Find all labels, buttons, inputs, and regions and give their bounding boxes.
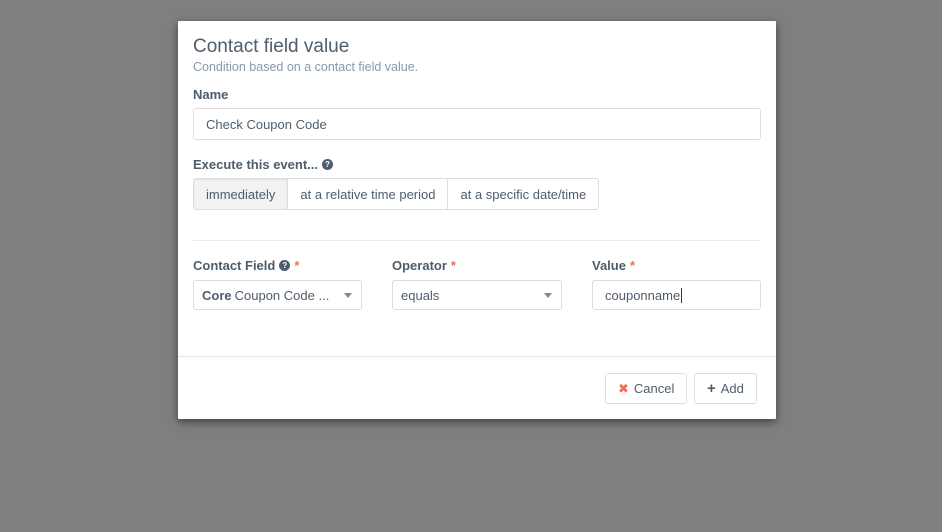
cancel-button[interactable]: ✖ Cancel [605, 373, 688, 404]
value-label-text: Value [592, 258, 626, 273]
name-input[interactable]: Check Coupon Code [193, 108, 761, 140]
contact-field-label: Contact Field ? * [193, 258, 299, 273]
modal-subtitle: Condition based on a contact field value… [193, 60, 419, 74]
contact-field-label-text: Contact Field [193, 258, 276, 273]
operator-value: equals [401, 287, 440, 303]
text-cursor [681, 287, 683, 303]
question-circle-icon[interactable]: ? [279, 260, 291, 271]
add-label: Add [720, 381, 744, 396]
name-label: Name [193, 87, 228, 102]
operator-label-text: Operator [392, 258, 447, 273]
question-circle-icon[interactable]: ? [322, 159, 333, 170]
contact-field-group: Core [202, 287, 232, 303]
value-input-value: couponname [605, 287, 681, 303]
value-input[interactable]: couponname [592, 280, 761, 310]
option-relative-time[interactable]: at a relative time period [287, 179, 448, 209]
option-immediately[interactable]: immediately [194, 179, 288, 209]
add-button[interactable]: + Add [694, 373, 757, 404]
name-label-text: Name [193, 87, 229, 102]
required-asterisk: * [629, 258, 636, 273]
modal-title: Contact field value [193, 36, 350, 57]
execute-label-text: Execute this event... [193, 157, 318, 172]
value-label: Value * [592, 258, 635, 273]
cancel-label: Cancel [633, 381, 675, 396]
option-specific-datetime[interactable]: at a specific date/time [447, 179, 599, 209]
section-divider [193, 240, 761, 241]
operator-label: Operator * [392, 258, 456, 273]
contact-field-select[interactable]: Core Coupon Code ... [193, 280, 362, 310]
modal-dialog: Contact field value Condition based on a… [178, 21, 776, 419]
required-asterisk: * [294, 258, 300, 273]
plus-icon: + [707, 380, 716, 397]
execute-label: Execute this event... ? [193, 157, 333, 172]
operator-select[interactable]: equals [392, 280, 562, 310]
chevron-down-icon [544, 293, 552, 298]
close-icon: ✖ [618, 380, 629, 396]
chevron-down-icon [344, 293, 352, 298]
name-input-value: Check Coupon Code [206, 116, 327, 132]
execute-timing-group: immediately at a relative time period at… [193, 178, 600, 210]
required-asterisk: * [450, 258, 456, 273]
contact-field-value: Coupon Code ... [234, 287, 330, 303]
footer-divider [178, 356, 776, 357]
